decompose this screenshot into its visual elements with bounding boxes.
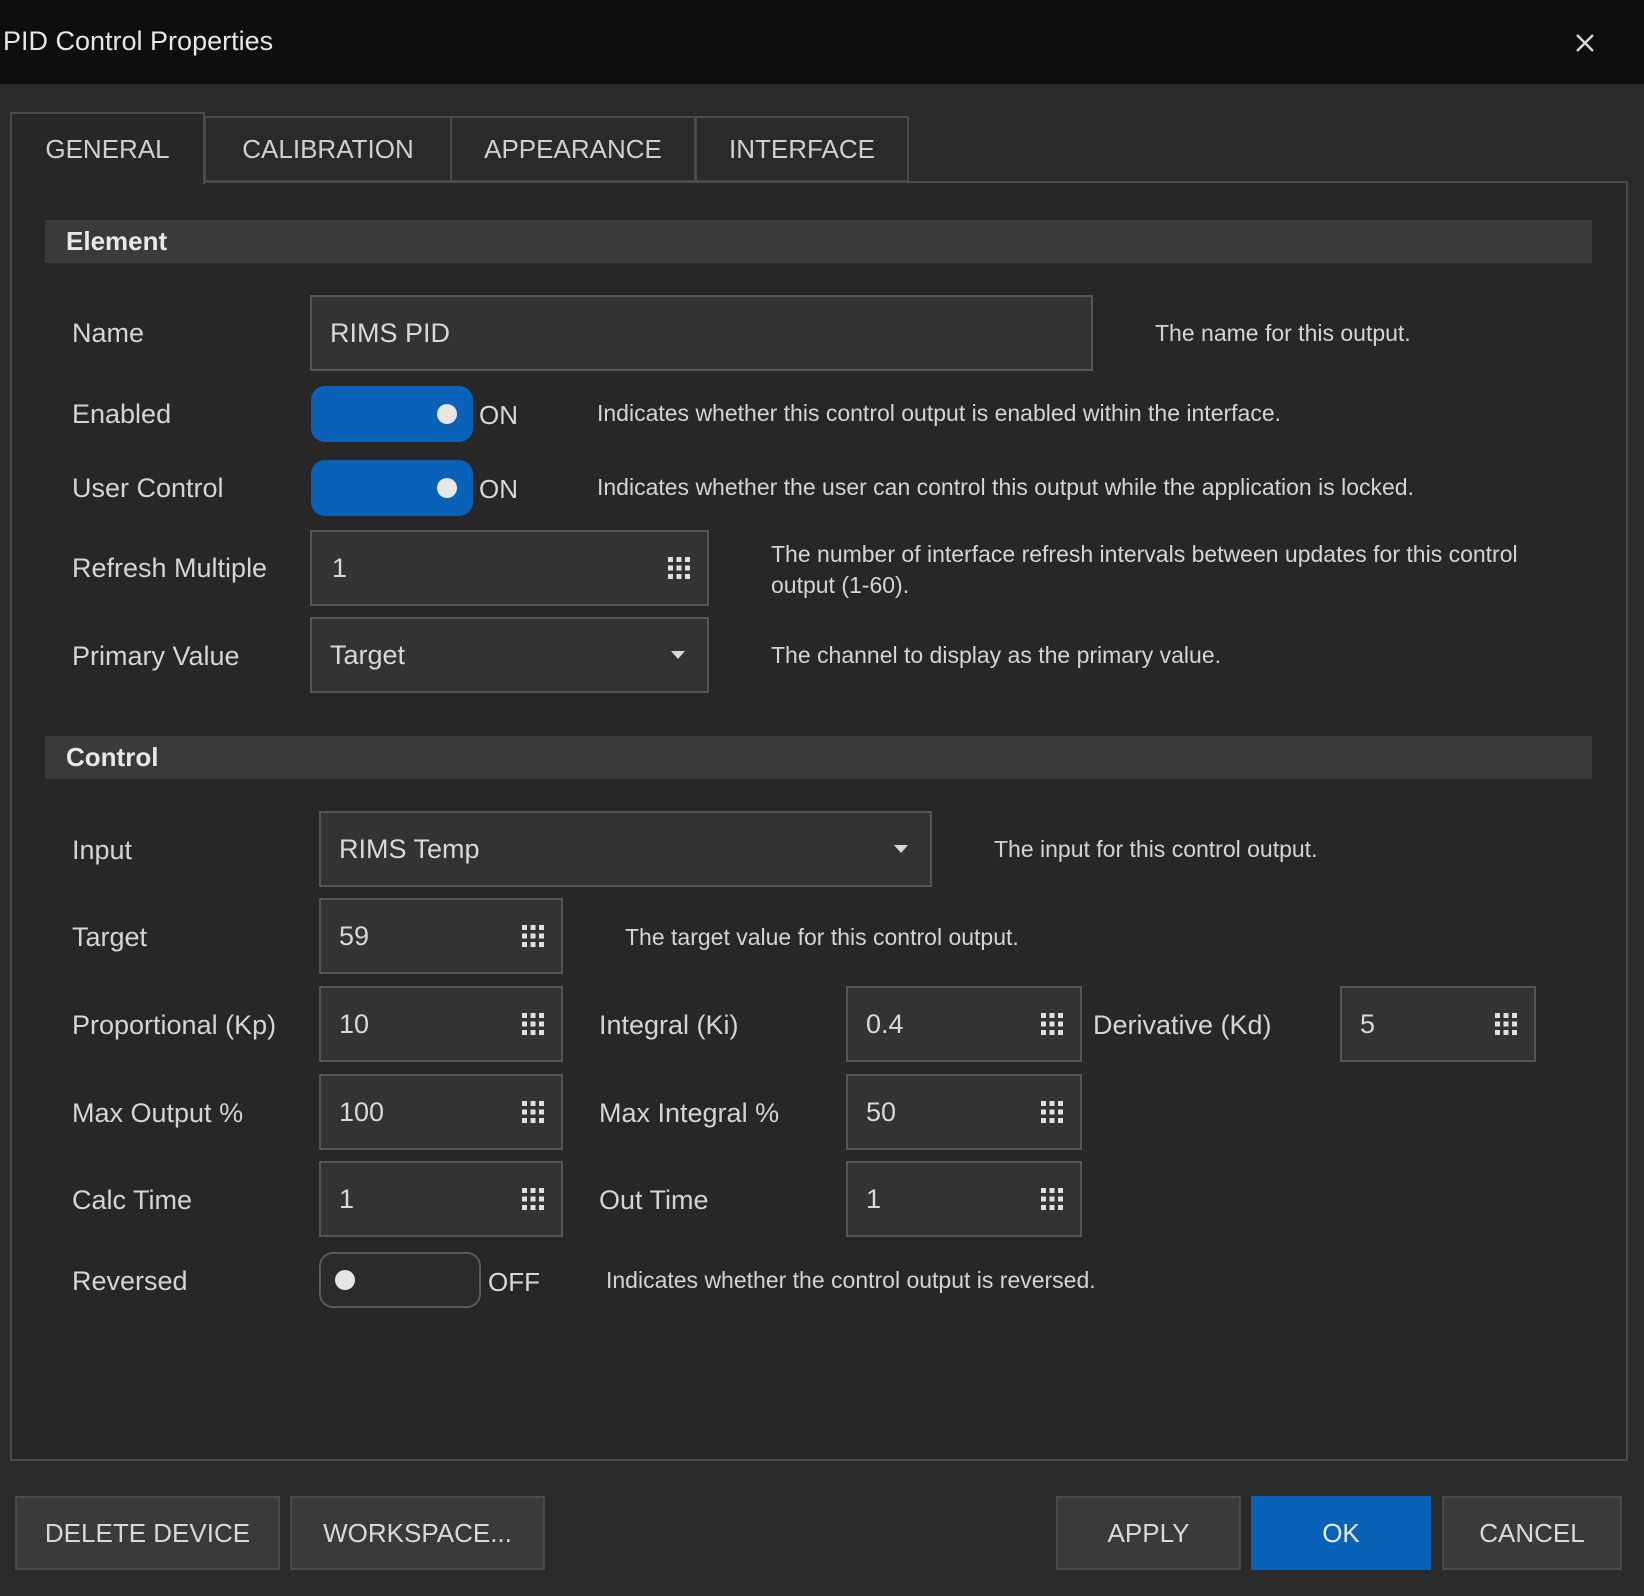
kp-label: Proportional (Kp) bbox=[72, 1010, 277, 1040]
tab-calibration[interactable]: CALIBRATION bbox=[204, 116, 452, 182]
keypad-icon[interactable] bbox=[1040, 1100, 1064, 1124]
refresh-multiple-label: Refresh Multiple bbox=[72, 553, 268, 583]
delete-device-button[interactable]: DELETE DEVICE bbox=[15, 1496, 280, 1570]
out-time-label: Out Time bbox=[599, 1185, 709, 1215]
input-description: The input for this control output. bbox=[994, 836, 1318, 862]
keypad-icon[interactable] bbox=[521, 924, 545, 948]
name-input[interactable]: RIMS PID bbox=[310, 295, 1093, 371]
max-integral-label: Max Integral % bbox=[599, 1098, 780, 1128]
workspace-button[interactable]: WORKSPACE... bbox=[290, 1496, 545, 1570]
title-bar: PID Control Properties bbox=[0, 0, 1644, 84]
apply-button[interactable]: APPLY bbox=[1056, 1496, 1241, 1570]
refresh-multiple-input[interactable]: 1 bbox=[310, 530, 709, 606]
kp-value: 10 bbox=[339, 1008, 370, 1039]
kd-label: Derivative (Kd) bbox=[1093, 1010, 1272, 1040]
input-label: Input bbox=[72, 835, 133, 865]
max-output-value: 100 bbox=[339, 1096, 385, 1127]
keypad-icon[interactable] bbox=[1040, 1187, 1064, 1211]
primary-value-description: The channel to display as the primary va… bbox=[771, 642, 1222, 668]
tab-appearance[interactable]: APPEARANCE bbox=[450, 116, 696, 182]
max-integral-input[interactable]: 50 bbox=[846, 1074, 1082, 1150]
calc-time-label: Calc Time bbox=[72, 1185, 193, 1215]
keypad-icon[interactable] bbox=[1040, 1012, 1064, 1036]
user-control-state: ON bbox=[479, 474, 518, 504]
reversed-toggle[interactable] bbox=[319, 1252, 481, 1308]
calc-time-input[interactable]: 1 bbox=[319, 1161, 563, 1237]
reversed-label: Reversed bbox=[72, 1266, 188, 1296]
out-time-value: 1 bbox=[866, 1183, 882, 1214]
target-label: Target bbox=[72, 922, 148, 952]
primary-value-selected: Target bbox=[330, 639, 406, 670]
section-heading-element: Element bbox=[45, 220, 1592, 263]
calc-time-value: 1 bbox=[339, 1183, 355, 1214]
toggle-knob bbox=[335, 1270, 355, 1290]
primary-value-label: Primary Value bbox=[72, 641, 240, 671]
enabled-description: Indicates whether this control output is… bbox=[597, 400, 1282, 426]
toggle-knob bbox=[437, 478, 457, 498]
keypad-icon[interactable] bbox=[521, 1100, 545, 1124]
kp-input[interactable]: 10 bbox=[319, 986, 563, 1062]
user-control-description: Indicates whether the user can control t… bbox=[597, 474, 1414, 500]
input-selected: RIMS Temp bbox=[339, 833, 480, 864]
out-time-input[interactable]: 1 bbox=[846, 1161, 1082, 1237]
max-output-input[interactable]: 100 bbox=[319, 1074, 563, 1150]
target-input[interactable]: 59 bbox=[319, 898, 563, 974]
kd-value: 5 bbox=[1360, 1008, 1376, 1039]
name-description: The name for this output. bbox=[1155, 320, 1411, 346]
keypad-icon[interactable] bbox=[521, 1012, 545, 1036]
max-integral-value: 50 bbox=[866, 1096, 897, 1127]
keypad-icon[interactable] bbox=[667, 556, 691, 580]
enabled-toggle[interactable] bbox=[311, 386, 473, 442]
max-output-label: Max Output % bbox=[72, 1098, 244, 1128]
enabled-label: Enabled bbox=[72, 399, 172, 429]
keypad-icon[interactable] bbox=[521, 1187, 545, 1211]
target-value: 59 bbox=[339, 920, 370, 951]
ok-button[interactable]: OK bbox=[1251, 1496, 1431, 1570]
name-value: RIMS PID bbox=[330, 317, 451, 348]
user-control-toggle[interactable] bbox=[311, 460, 473, 516]
toggle-knob bbox=[437, 404, 457, 424]
tab-general[interactable]: GENERAL bbox=[10, 112, 205, 184]
reversed-state: OFF bbox=[488, 1267, 540, 1297]
chevron-down-icon bbox=[894, 845, 908, 853]
window-title: PID Control Properties bbox=[3, 26, 274, 56]
primary-value-dropdown[interactable]: Target bbox=[310, 617, 709, 693]
chevron-down-icon bbox=[671, 651, 685, 659]
section-heading-control: Control bbox=[45, 736, 1592, 779]
tab-interface[interactable]: INTERFACE bbox=[695, 116, 909, 182]
reversed-description: Indicates whether the control output is … bbox=[606, 1267, 1096, 1293]
close-icon bbox=[1576, 34, 1594, 52]
keypad-icon[interactable] bbox=[1494, 1012, 1518, 1036]
enabled-state: ON bbox=[479, 400, 518, 430]
input-dropdown[interactable]: RIMS Temp bbox=[319, 811, 932, 887]
ki-label: Integral (Ki) bbox=[599, 1010, 739, 1040]
name-label: Name bbox=[72, 318, 145, 348]
cancel-button[interactable]: CANCEL bbox=[1442, 1496, 1622, 1570]
close-button[interactable] bbox=[1562, 20, 1608, 66]
ki-value: 0.4 bbox=[866, 1008, 904, 1039]
refresh-multiple-value: 1 bbox=[332, 552, 348, 583]
ki-input[interactable]: 0.4 bbox=[846, 986, 1082, 1062]
refresh-multiple-description: The number of interface refresh interval… bbox=[771, 541, 1518, 598]
target-description: The target value for this control output… bbox=[625, 924, 1019, 950]
user-control-label: User Control bbox=[72, 473, 224, 503]
kd-input[interactable]: 5 bbox=[1340, 986, 1536, 1062]
